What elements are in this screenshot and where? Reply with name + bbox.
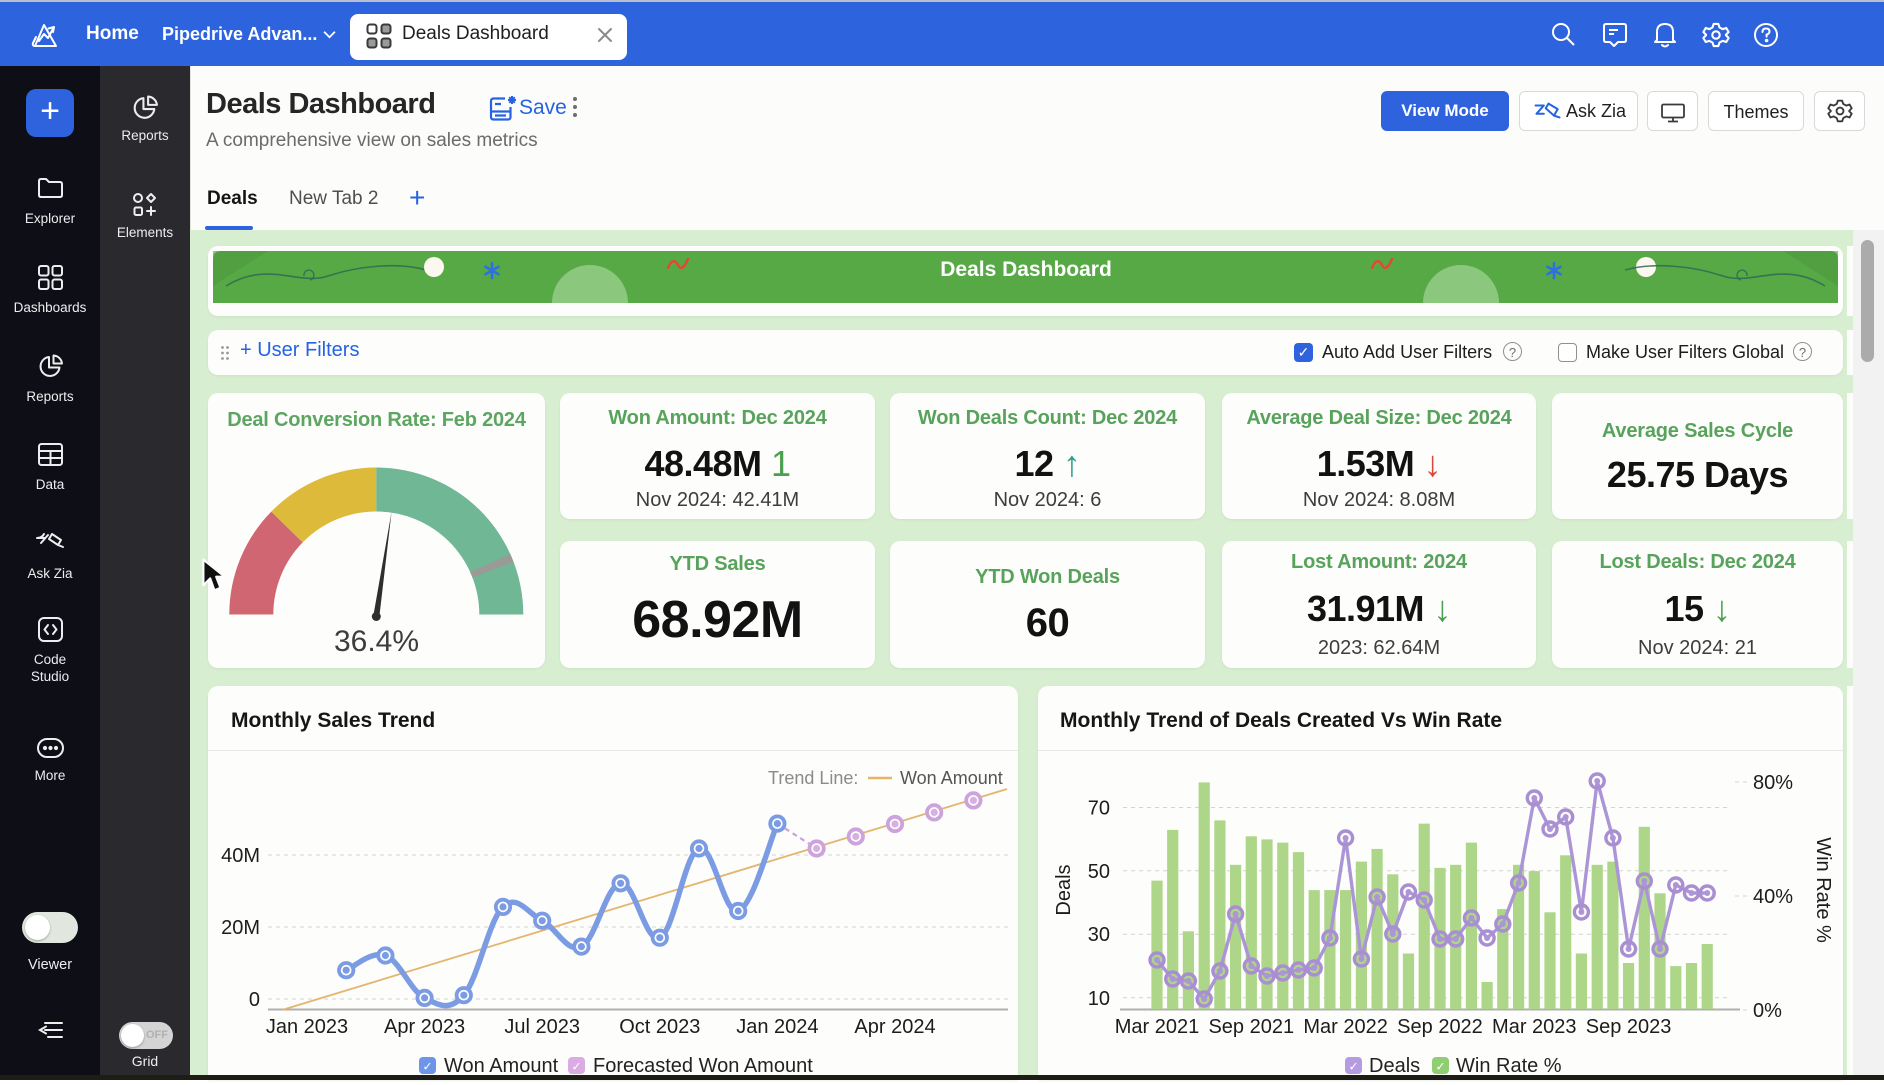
svg-text:10: 10 [1088,988,1110,1010]
svg-text:Sep 2022: Sep 2022 [1397,1016,1483,1038]
svg-text:Sep 2023: Sep 2023 [1586,1016,1672,1038]
svg-text:30: 30 [1088,924,1110,946]
svg-text:80%: 80% [1753,772,1793,794]
svg-text:Apr 2024: Apr 2024 [854,1016,935,1038]
svg-text:Deals: Deals [1369,1055,1420,1077]
svg-text:Monthly Trend of Deals Created: Monthly Trend of Deals Created Vs Win Ra… [1060,709,1502,732]
svg-text:Jan 2024: Jan 2024 [736,1016,818,1038]
svg-text:Mar 2022: Mar 2022 [1303,1016,1388,1038]
svg-text:Deals Dashboard: Deals Dashboard [940,258,1112,281]
svg-text:Forecasted Won Amount: Forecasted Won Amount [593,1055,813,1077]
svg-text:Won Amount: Won Amount [444,1055,559,1077]
svg-text:Jan 2023: Jan 2023 [266,1016,348,1038]
svg-text:Mar 2021: Mar 2021 [1115,1016,1200,1038]
svg-text:✓: ✓ [422,1060,432,1074]
svg-text:Sep 2021: Sep 2021 [1208,1016,1294,1038]
svg-text:70: 70 [1088,798,1110,820]
svg-text:Jul 2023: Jul 2023 [504,1016,580,1038]
svg-text:✓: ✓ [1435,1060,1445,1074]
svg-text:Win Rate %: Win Rate % [1812,837,1834,943]
svg-text:✓: ✓ [571,1060,581,1074]
svg-text:20M: 20M [221,917,260,939]
svg-text:40%: 40% [1753,886,1793,908]
svg-text:Won Amount: Won Amount [900,768,1003,788]
svg-text:✓: ✓ [1348,1060,1358,1074]
svg-text:Deals: Deals [1053,864,1075,915]
svg-text:Trend Line:: Trend Line: [768,768,858,788]
svg-text:Apr 2023: Apr 2023 [384,1016,465,1038]
svg-text:0%: 0% [1753,1000,1782,1022]
svg-text:Monthly Sales Trend: Monthly Sales Trend [231,709,435,732]
svg-text:0: 0 [249,989,260,1011]
svg-text:50: 50 [1088,861,1110,883]
svg-text:40M: 40M [221,845,260,867]
svg-text:Win Rate %: Win Rate % [1456,1055,1562,1077]
svg-text:Oct 2023: Oct 2023 [619,1016,700,1038]
svg-text:Mar 2023: Mar 2023 [1492,1016,1577,1038]
